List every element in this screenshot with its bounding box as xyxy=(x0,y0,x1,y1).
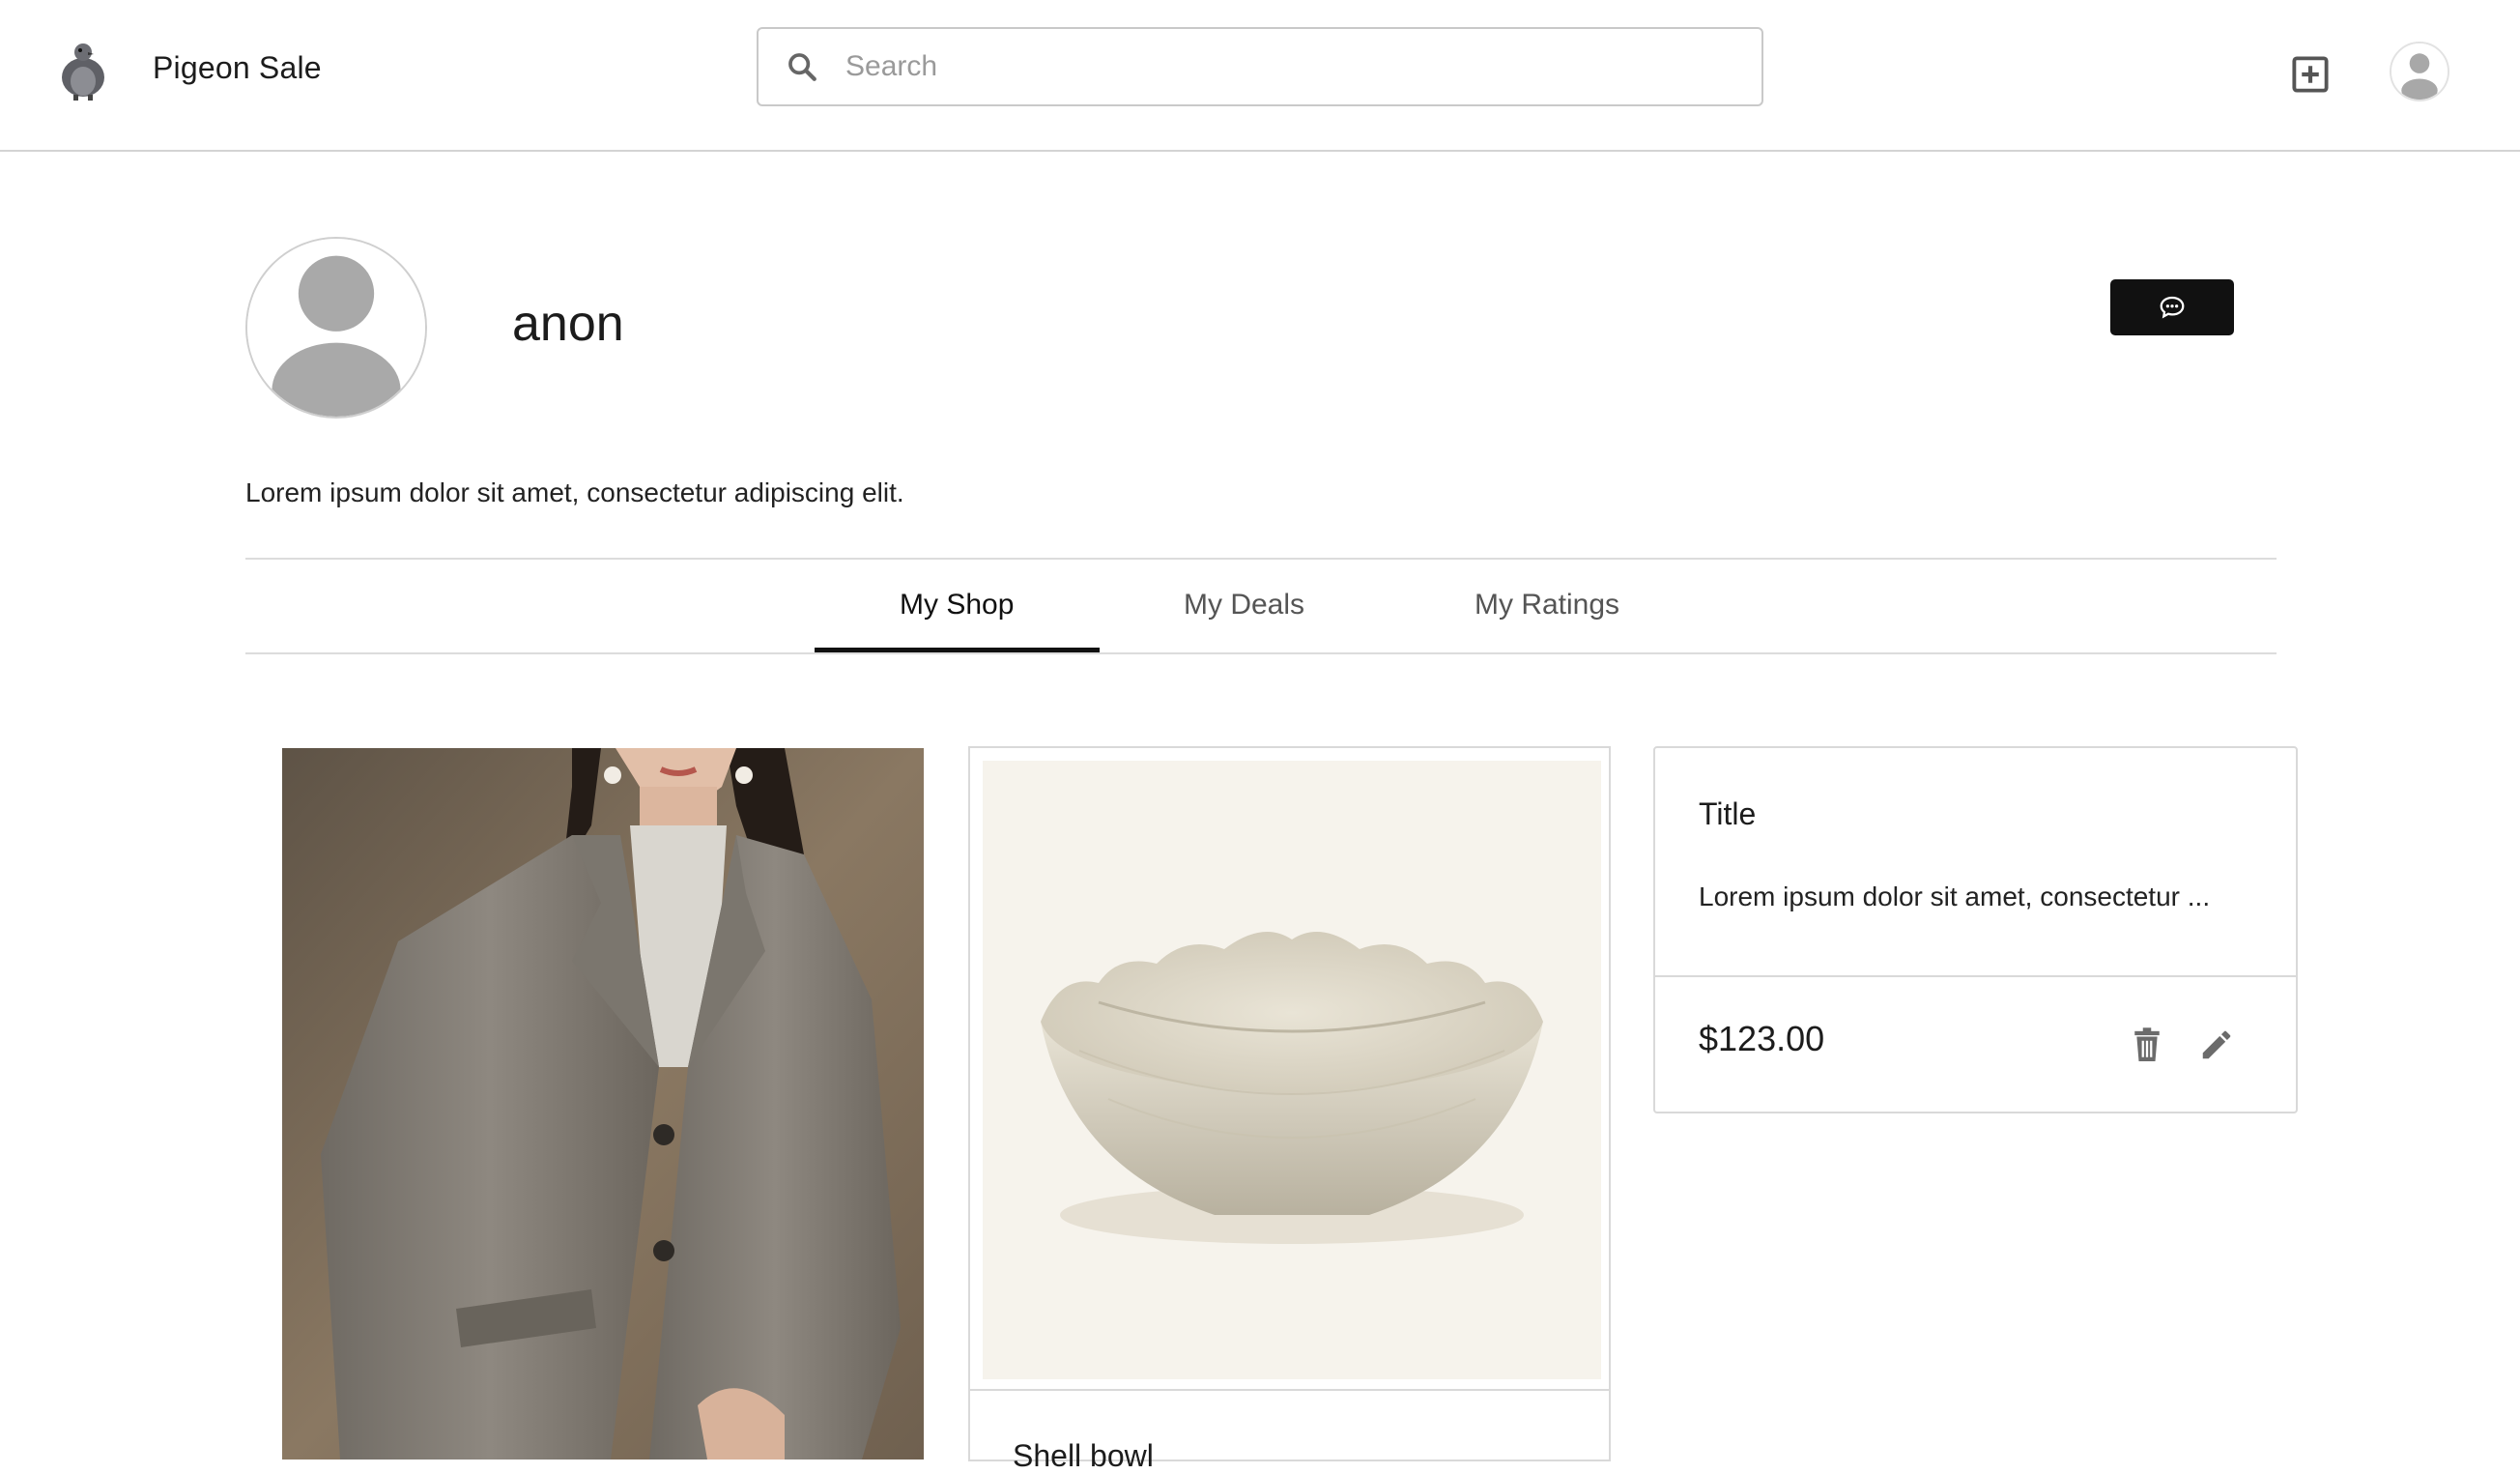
listing-card-bowl[interactable]: Shell bowl xyxy=(968,746,1611,1473)
jacket-product-image xyxy=(282,748,924,1460)
search-icon xyxy=(788,53,816,81)
user-icon xyxy=(247,239,425,417)
listing-card-info[interactable]: Title Lorem ipsum dolor sit amet, consec… xyxy=(1653,746,2298,1113)
search-bar[interactable] xyxy=(757,27,1763,106)
plus-square-icon[interactable] xyxy=(2290,54,2331,95)
pencil-icon[interactable] xyxy=(2198,1026,2235,1063)
profile-username: anon xyxy=(512,296,624,352)
pigeon-logo-icon[interactable] xyxy=(56,39,110,101)
tab-my-shop[interactable]: My Shop xyxy=(900,589,1014,621)
profile-avatar xyxy=(245,237,427,419)
card-divider xyxy=(1655,975,2296,977)
tab-my-deals[interactable]: My Deals xyxy=(1184,589,1304,621)
listing-price: $123.00 xyxy=(1699,1019,1825,1058)
message-button[interactable] xyxy=(2110,279,2234,335)
bowl-illustration xyxy=(1041,932,1543,1244)
chat-icon xyxy=(2160,296,2185,319)
card-divider xyxy=(970,1389,1609,1391)
user-icon xyxy=(2391,43,2448,100)
brand-name[interactable]: Pigeon Sale xyxy=(153,50,322,86)
tabs-divider-top xyxy=(245,558,2277,560)
user-avatar-button[interactable] xyxy=(2390,42,2449,101)
tab-my-ratings[interactable]: My Ratings xyxy=(1475,589,1619,621)
listing-card-jacket[interactable] xyxy=(282,748,924,1460)
trash-icon[interactable] xyxy=(2131,1026,2163,1063)
bowl-product-image xyxy=(983,761,1601,1379)
listing-title[interactable]: Shell bowl xyxy=(1013,1438,1154,1474)
profile-bio: Lorem ipsum dolor sit amet, consectetur … xyxy=(245,477,904,507)
listing-description: Lorem ipsum dolor sit amet, consectetur … xyxy=(1699,882,2211,911)
search-input[interactable] xyxy=(844,49,1761,84)
tabs-divider-bottom xyxy=(245,652,2277,654)
top-navbar: Pigeon Sale xyxy=(0,0,2520,152)
listing-title[interactable]: Title xyxy=(1699,796,1756,832)
